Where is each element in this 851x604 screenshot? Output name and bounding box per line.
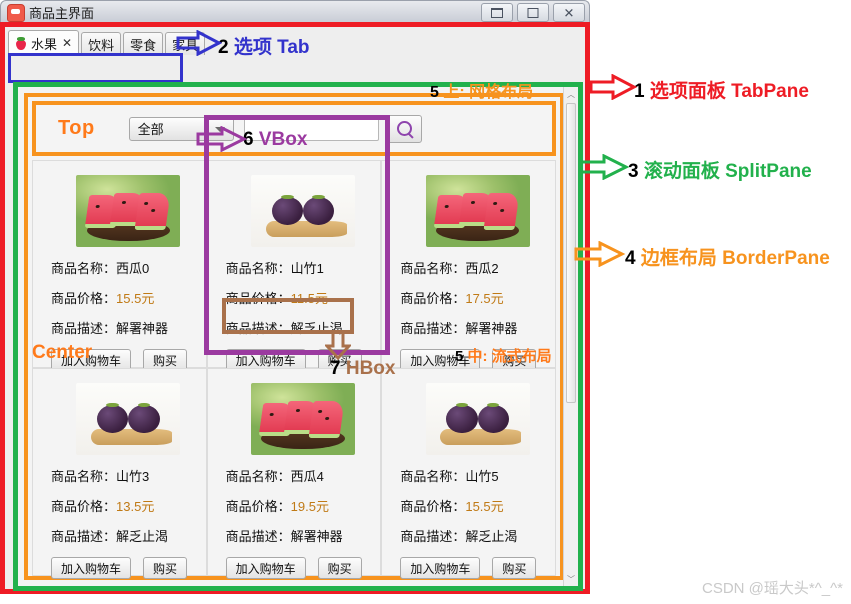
product-price: 商品价格：15.5元	[51, 291, 155, 306]
product-card: 商品名称：西瓜2 商品价格：17.5元 商品描述：解署神器 加入购物车 购买	[382, 161, 555, 371]
product-cell: 商品名称：山竹3 商品价格：13.5元 商品描述：解乏止渴 加入购物车 购买	[32, 368, 207, 579]
add-to-cart-button[interactable]: 加入购物车	[225, 557, 306, 579]
product-actions: 加入购物车 购买	[400, 557, 537, 579]
product-name: 商品名称：西瓜0	[51, 261, 150, 276]
search-button[interactable]	[386, 114, 422, 143]
watermelon-photo	[250, 383, 355, 455]
buy-button[interactable]: 购买	[492, 557, 537, 579]
product-card: 商品名称：西瓜4 商品价格：19.5元 商品描述：解署神器 加入购物车 购买	[208, 369, 381, 579]
annotation-splitpane: 3 滚动面板 SplitPane	[628, 161, 812, 182]
product-actions: 加入购物车 购买	[51, 557, 188, 579]
product-cell: 商品名称：西瓜4 商品价格：19.5元 商品描述：解署神器 加入购物车 购买	[206, 368, 382, 579]
annotation-tab: 2 选项 Tab	[218, 37, 310, 58]
buy-button[interactable]: 购买	[317, 557, 362, 579]
product-name: 商品名称：西瓜2	[400, 261, 499, 276]
vertical-scrollbar[interactable]: ︿ ﹀	[563, 87, 578, 586]
splitpane-arrow-icon	[578, 154, 630, 180]
product-card: 商品名称：西瓜0 商品价格：15.5元 商品描述：解署神器 加入购物车 购买	[33, 161, 206, 371]
annotation-vbox: 6 VBox	[243, 129, 308, 150]
product-desc: 商品描述：解乏止渴	[400, 529, 518, 544]
product-price: 商品价格：13.5元	[51, 499, 155, 514]
app-icon	[7, 4, 25, 22]
mangosteen-photo	[76, 383, 181, 455]
product-desc: 商品描述：解署神器	[225, 529, 343, 544]
tab-label: 水果	[31, 36, 58, 52]
minimize-button[interactable]	[481, 3, 513, 22]
add-to-cart-button[interactable]: 加入购物车	[400, 557, 481, 579]
window-title: 商品主界面	[29, 6, 95, 21]
annotation-borderpane: 4 边框布局 BorderPane	[625, 248, 830, 269]
product-card: 商品名称：山竹3 商品价格：13.5元 商品描述：解乏止渴 加入购物车 购买	[33, 369, 206, 579]
category-select-value: 全部	[137, 122, 164, 137]
annotation-hbox: 7 HBox	[330, 358, 396, 379]
top-region-label: Top	[58, 117, 95, 139]
tab-label: 零食	[130, 37, 157, 53]
annotation-grid-top: 5 上: 网格布局	[430, 84, 534, 101]
vbox-arrow-icon	[196, 126, 248, 152]
product-cell: 商品名称：西瓜0 商品价格：15.5元 商品描述：解署神器 加入购物车 购买	[32, 160, 207, 371]
mangosteen-photo	[425, 383, 530, 455]
scroll-down-icon[interactable]: ﹀	[564, 572, 578, 586]
hbox-arrow-icon	[325, 330, 351, 360]
product-price: 商品价格：19.5元	[225, 499, 329, 514]
scroll-up-icon[interactable]: ︿	[564, 87, 578, 101]
buy-button[interactable]: 购买	[143, 557, 188, 579]
maximize-button[interactable]	[517, 3, 549, 22]
product-name: 商品名称：西瓜4	[225, 469, 324, 484]
tab-label: 饮料	[88, 37, 115, 53]
window-controls: ✕	[481, 3, 585, 22]
tab-arrow-icon	[176, 30, 222, 56]
product-name: 商品名称：山竹3	[51, 469, 150, 484]
watermelon-photo	[425, 175, 530, 247]
annotation-tabpane: 1 选项面板 TabPane	[634, 81, 809, 102]
annotation-flow-center: 5 中: 流式布局	[455, 348, 552, 365]
add-to-cart-button[interactable]: 加入购物车	[51, 557, 132, 579]
borderpane-arrow-icon	[574, 241, 626, 267]
product-desc: 商品描述：解署神器	[400, 321, 518, 336]
tab-highlight-box	[8, 53, 183, 83]
tab-snacks[interactable]: 零食	[123, 32, 164, 55]
product-card: 商品名称：山竹5 商品价格：15.5元 商品描述：解乏止渴 加入购物车 购买	[382, 369, 555, 579]
hbox-highlight-box	[222, 298, 354, 334]
strawberry-icon	[15, 36, 27, 50]
close-button[interactable]: ✕	[553, 3, 585, 22]
tab-close-icon[interactable]: ✕	[62, 36, 72, 50]
product-name: 商品名称：山竹5	[400, 469, 499, 484]
product-price: 商品价格：15.5元	[400, 499, 504, 514]
tab-fruit[interactable]: 水果 ✕	[8, 30, 80, 55]
watermelon-photo	[76, 175, 181, 247]
tabpane-arrow-icon	[589, 74, 637, 100]
product-price: 商品价格：17.5元	[400, 291, 504, 306]
title-bar: 商品主界面 ✕	[0, 0, 590, 22]
watermark: CSDN @瑶大头*^_^*	[702, 580, 843, 597]
product-desc: 商品描述：解乏止渴	[51, 529, 169, 544]
product-desc: 商品描述：解署神器	[51, 321, 169, 336]
center-region-label: Center	[32, 342, 93, 363]
product-actions: 加入购物车 购买	[225, 557, 362, 579]
product-cell: 商品名称：山竹5 商品价格：15.5元 商品描述：解乏止渴 加入购物车 购买	[381, 368, 556, 579]
tab-drinks[interactable]: 饮料	[81, 32, 122, 55]
product-cell: 商品名称：西瓜2 商品价格：17.5元 商品描述：解署神器 加入购物车 购买	[381, 160, 556, 371]
magnifier-icon	[396, 120, 412, 136]
